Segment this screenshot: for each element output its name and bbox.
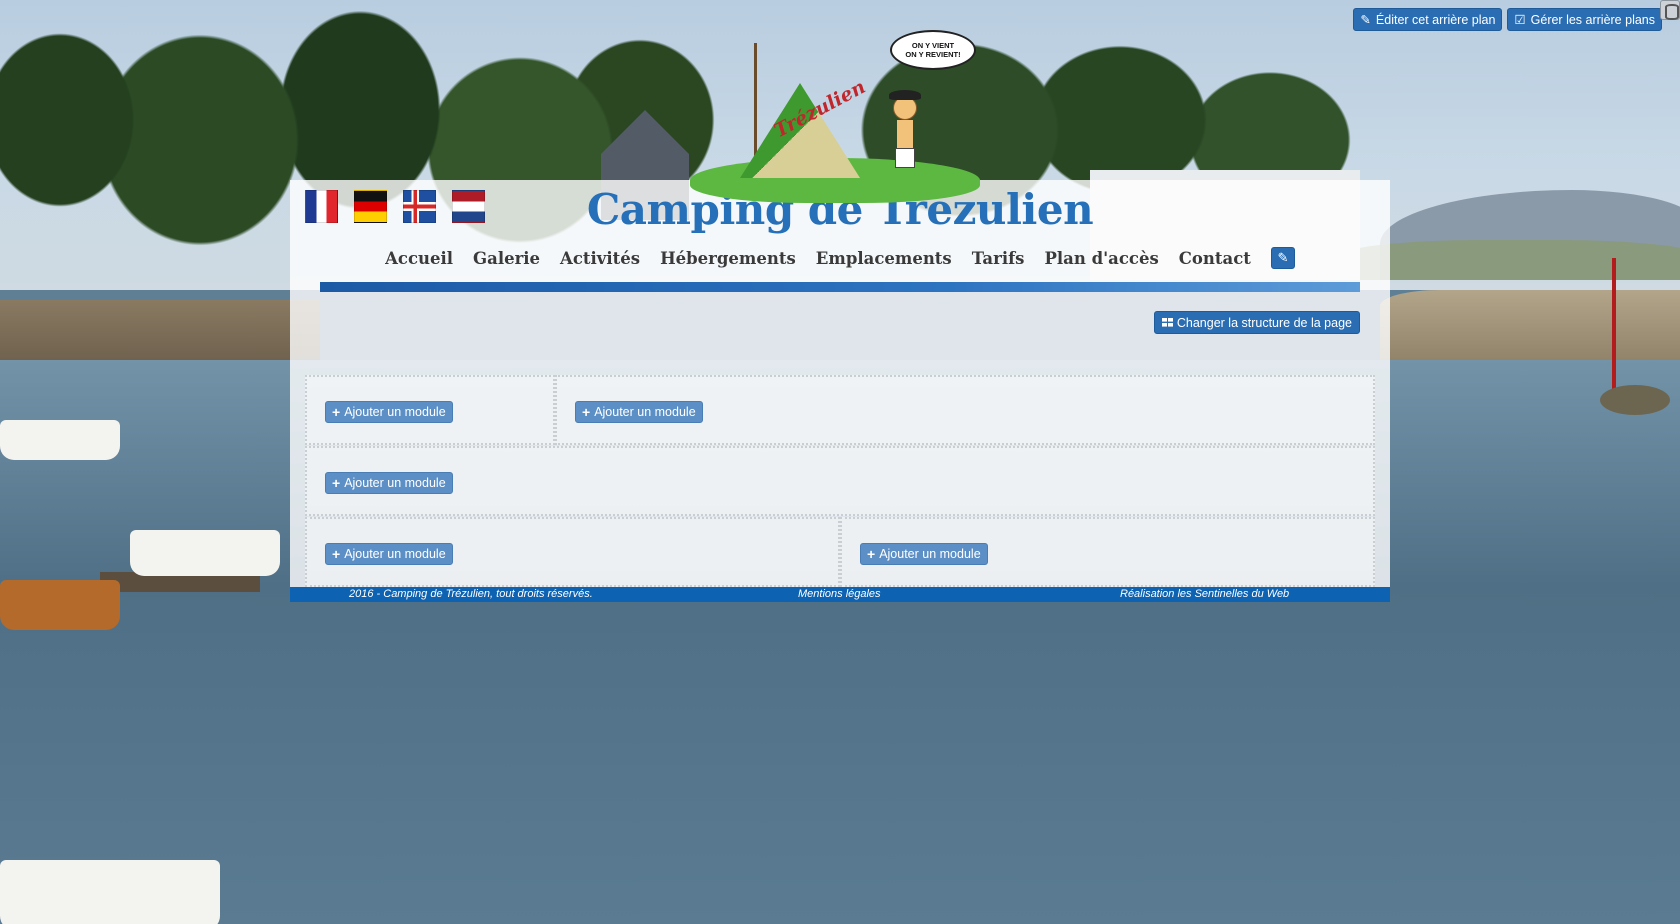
zone-row3-col1: + Ajouter un module (305, 517, 840, 587)
change-structure-label: Changer la structure de la page (1176, 315, 1352, 330)
edit-icon: ✎ (1277, 250, 1289, 265)
add-module-button[interactable]: + Ajouter un module (860, 543, 988, 565)
logo-pole (754, 43, 757, 163)
footer-legal-link[interactable]: Mentions légales (798, 588, 881, 600)
edit-menu-button[interactable]: ✎ (1270, 247, 1295, 269)
nav-item-hebergements[interactable]: Hébergements (660, 249, 796, 268)
add-module-label: Ajouter un module (344, 405, 446, 419)
site-logo[interactable]: Trézulien ON Y VIENT ON Y REVIENT! (690, 28, 990, 203)
nav-item-accueil[interactable]: Accueil (385, 249, 453, 268)
plus-icon: + (582, 404, 591, 420)
add-module-label: Ajouter un module (344, 476, 446, 490)
footer-copyright: 2016 - Camping de Trézulien, tout droits… (349, 588, 593, 600)
camper-mascot-icon (885, 86, 925, 186)
add-module-label: Ajouter un module (879, 547, 981, 561)
main-panel: Camping de Trézulien Accueil Galerie Act… (290, 180, 1390, 602)
speech-line-1: ON Y VIENT (911, 41, 955, 50)
zone-row3-col2: + Ajouter un module (840, 517, 1375, 587)
add-module-button[interactable]: + Ajouter un module (325, 543, 453, 565)
zone-row1-col2: + Ajouter un module (555, 375, 1375, 445)
module-zones: + Ajouter un module + Ajouter un module … (305, 375, 1375, 587)
database-icon[interactable] (1660, 0, 1680, 20)
nav-item-tarifs[interactable]: Tarifs (972, 249, 1025, 268)
plus-icon: + (332, 546, 341, 562)
nav-item-contact[interactable]: Contact (1179, 249, 1251, 268)
main-nav: Accueil Galerie Activités Hébergements E… (290, 247, 1390, 269)
add-module-label: Ajouter un module (344, 547, 446, 561)
zone-row1-col1: + Ajouter un module (305, 375, 555, 445)
add-module-label: Ajouter un module (594, 405, 696, 419)
plus-icon: + (332, 404, 341, 420)
nav-item-plan-acces[interactable]: Plan d'accès (1044, 249, 1158, 268)
manage-backgrounds-label: Gérer les arrière plans (1530, 12, 1655, 27)
nav-item-emplacements[interactable]: Emplacements (816, 249, 952, 268)
change-structure-button[interactable]: Changer la structure de la page (1153, 311, 1360, 334)
background-actions: ✎ Éditer cet arrière plan ☑ Gérer les ar… (1353, 8, 1662, 31)
nav-item-galerie[interactable]: Galerie (473, 249, 540, 268)
footer-credit-link[interactable]: Réalisation les Sentinelles du Web (1120, 588, 1289, 600)
manage-backgrounds-button[interactable]: ☑ Gérer les arrière plans (1507, 8, 1662, 31)
grid-icon (1161, 318, 1173, 327)
edit-background-label: Éditer cet arrière plan (1375, 12, 1496, 27)
site-footer: 2016 - Camping de Trézulien, tout droits… (290, 587, 1390, 602)
speech-bubble: ON Y VIENT ON Y REVIENT! (890, 30, 976, 70)
plus-icon: + (867, 546, 876, 562)
add-module-button[interactable]: + Ajouter un module (575, 401, 703, 423)
nav-item-activites[interactable]: Activités (560, 249, 640, 268)
add-module-button[interactable]: + Ajouter un module (325, 472, 453, 494)
pencil-icon: ✎ (1360, 13, 1371, 27)
add-module-button[interactable]: + Ajouter un module (325, 401, 453, 423)
edit-square-icon: ☑ (1514, 13, 1526, 27)
speech-line-2: ON Y REVIENT! (905, 50, 961, 59)
edit-background-button[interactable]: ✎ Éditer cet arrière plan (1353, 8, 1503, 31)
zone-row2-full: + Ajouter un module (305, 446, 1375, 516)
plus-icon: + (332, 475, 341, 491)
nav-divider (320, 282, 1360, 292)
